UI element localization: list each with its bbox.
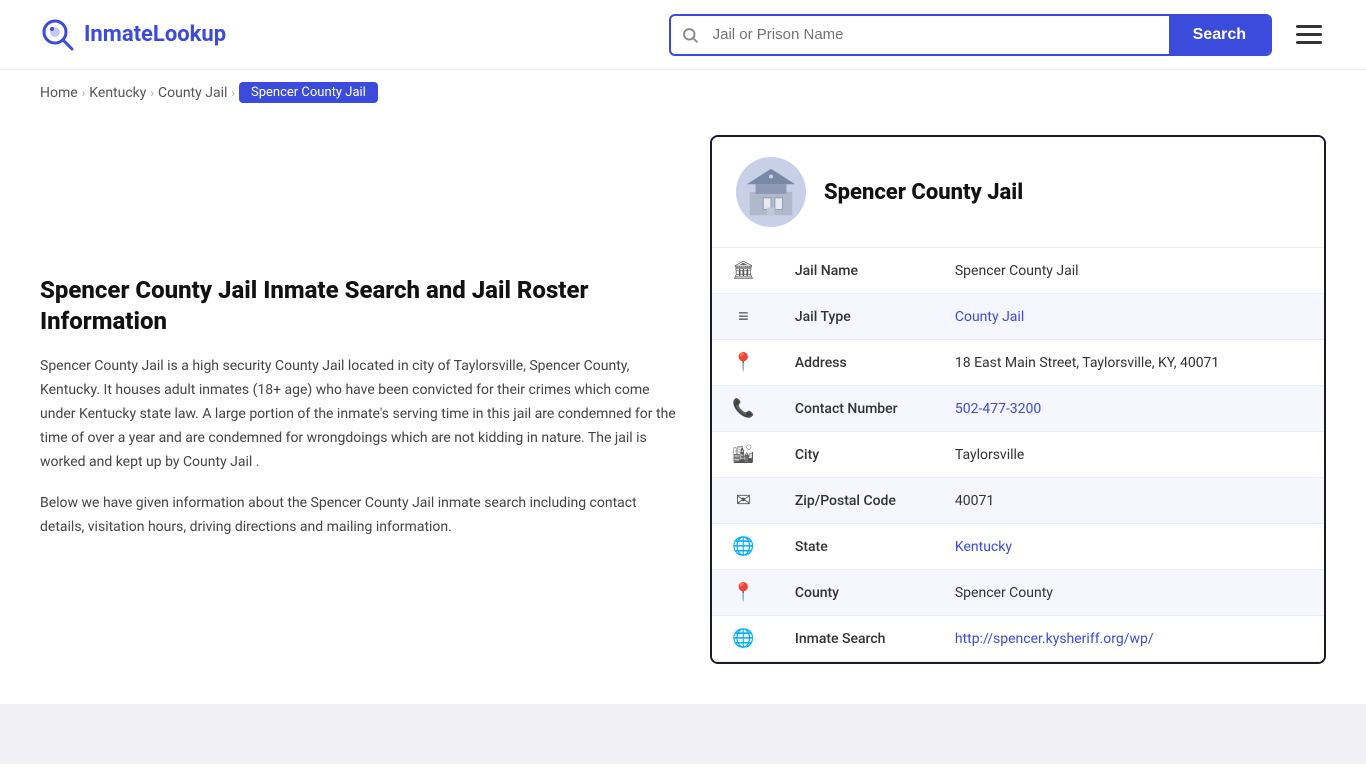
row-value[interactable]: 502-477-3200 [935, 386, 1324, 432]
row-icon: 🌐 [712, 616, 775, 662]
row-icon: 🏙 [712, 432, 775, 478]
main-content: Spencer County Jail Inmate Search and Ja… [0, 115, 1366, 684]
footer-bg [0, 704, 1366, 764]
table-row: ≡Jail Type County Jail [712, 294, 1324, 340]
logo-text: InmateLookup [84, 22, 226, 47]
table-row: 🏛Jail NameSpencer County Jail [712, 248, 1324, 294]
row-value[interactable]: County Jail [935, 294, 1324, 340]
breadcrumb-sep-3: › [231, 86, 235, 100]
search-area: Search [669, 14, 1272, 56]
search-input[interactable] [709, 16, 1169, 53]
row-label: Jail Name [775, 248, 935, 294]
card-header: Spencer County Jail [712, 137, 1324, 248]
row-label: Address [775, 340, 935, 386]
row-value[interactable]: http://spencer.kysheriff.org/wp/ [935, 616, 1324, 662]
row-link[interactable]: County Jail [955, 309, 1024, 325]
table-row: 📞Contact Number 502-477-3200 [712, 386, 1324, 432]
description-1: Spencer County Jail is a high security C… [40, 355, 680, 474]
logo-icon [40, 17, 76, 53]
breadcrumb-sep-1: › [82, 86, 86, 100]
row-icon: 🌐 [712, 524, 775, 570]
row-label: Inmate Search [775, 616, 935, 662]
hamburger-menu[interactable] [1292, 21, 1326, 48]
table-row: 🌐Inmate Search http://spencer.kysheriff.o… [712, 616, 1324, 662]
search-button[interactable]: Search [1169, 16, 1270, 54]
search-wrapper: Search [669, 14, 1272, 56]
breadcrumb-home[interactable]: Home [40, 85, 78, 101]
table-row: 🌐State Kentucky [712, 524, 1324, 570]
breadcrumb: Home › Kentucky › County Jail › Spencer … [0, 70, 1366, 115]
info-card: Spencer County Jail 🏛Jail NameSpencer Co… [710, 135, 1326, 664]
row-label: Contact Number [775, 386, 935, 432]
card-title: Spencer County Jail [824, 180, 1023, 205]
table-row: 🏙CityTaylorsville [712, 432, 1324, 478]
row-value: Spencer County Jail [935, 248, 1324, 294]
description-2: Below we have given information about th… [40, 492, 680, 540]
row-icon: ≡ [712, 294, 775, 340]
row-link[interactable]: http://spencer.kysheriff.org/wp/ [955, 631, 1154, 647]
row-label: County [775, 570, 935, 616]
jail-avatar [736, 157, 806, 227]
jail-building-icon [742, 163, 800, 221]
breadcrumb-state[interactable]: Kentucky [89, 85, 146, 101]
row-label: City [775, 432, 935, 478]
row-link[interactable]: 502-477-3200 [955, 401, 1041, 417]
page-title: Spencer County Jail Inmate Search and Ja… [40, 275, 680, 337]
row-icon: ✉ [712, 478, 775, 524]
search-icon [671, 26, 709, 44]
breadcrumb-sep-2: › [150, 86, 154, 100]
logo[interactable]: InmateLookup [40, 17, 226, 53]
row-icon: 📍 [712, 570, 775, 616]
breadcrumb-current: Spencer County Jail [239, 82, 378, 103]
row-label: Jail Type [775, 294, 935, 340]
left-panel: Spencer County Jail Inmate Search and Ja… [40, 135, 680, 558]
row-icon: 📞 [712, 386, 775, 432]
row-value: 40071 [935, 478, 1324, 524]
hamburger-line-1 [1296, 25, 1322, 28]
table-row: 📍CountySpencer County [712, 570, 1324, 616]
info-table: 🏛Jail NameSpencer County Jail≡Jail TypeC… [712, 248, 1324, 662]
row-link[interactable]: Kentucky [955, 539, 1012, 555]
row-value: Taylorsville [935, 432, 1324, 478]
header: InmateLookup Search [0, 0, 1366, 70]
row-value: 18 East Main Street, Taylorsville, KY, 4… [935, 340, 1324, 386]
hamburger-line-3 [1296, 41, 1322, 44]
row-label: State [775, 524, 935, 570]
table-row: ✉Zip/Postal Code40071 [712, 478, 1324, 524]
hamburger-line-2 [1296, 33, 1322, 36]
row-value: Spencer County [935, 570, 1324, 616]
breadcrumb-type[interactable]: County Jail [158, 85, 227, 101]
row-value[interactable]: Kentucky [935, 524, 1324, 570]
table-row: 📍Address18 East Main Street, Taylorsvill… [712, 340, 1324, 386]
row-label: Zip/Postal Code [775, 478, 935, 524]
right-panel: Spencer County Jail 🏛Jail NameSpencer Co… [710, 135, 1326, 664]
row-icon: 📍 [712, 340, 775, 386]
row-icon: 🏛 [712, 248, 775, 294]
